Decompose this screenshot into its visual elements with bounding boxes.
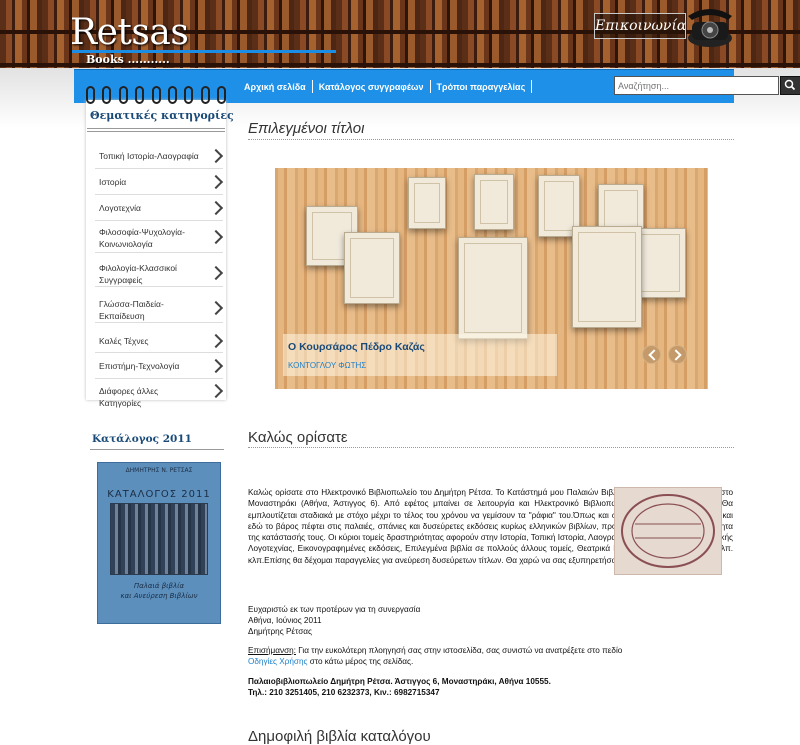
- search-input[interactable]: [614, 76, 779, 95]
- search-button[interactable]: [780, 76, 800, 95]
- categories-title: Θεματικές κατηγορίες: [90, 109, 234, 122]
- featured-book-author[interactable]: ΚΟΝΤΟΓΛΟΥ ΦΩΤΗΣ: [288, 361, 366, 370]
- logo[interactable]: Retsas: [70, 12, 189, 53]
- catalog-photo: [110, 503, 208, 575]
- sidebar-item-other[interactable]: Διάφορες άλλες Κατηγορίες: [95, 380, 224, 408]
- chevron-right-icon: [208, 148, 224, 164]
- carousel-prev-button[interactable]: [642, 345, 661, 364]
- sidebar-item-fine-arts[interactable]: Καλές Τέχνες: [95, 328, 224, 353]
- chevron-right-icon: [208, 300, 224, 316]
- nav-home[interactable]: Αρχική σελίδα: [238, 82, 312, 92]
- divider: [248, 139, 734, 141]
- nav-ordering[interactable]: Τρόποι παραγγελίας: [431, 82, 532, 92]
- catalog-title: Κατάλογος 2011: [92, 433, 192, 445]
- book-cover[interactable]: [408, 177, 446, 229]
- sidebar-item-language[interactable]: Γλώσσα-Παιδεία- Εκπαίδευση: [95, 294, 224, 323]
- logo-subtitle: Books ...........: [86, 53, 170, 66]
- divider: [87, 128, 225, 129]
- book-cover[interactable]: [344, 232, 400, 304]
- book-cover[interactable]: [474, 174, 514, 230]
- chevron-right-icon: [670, 349, 682, 361]
- chevron-right-icon: [208, 383, 224, 399]
- featured-title: Επιλεγμένοι τίτλοι: [248, 120, 365, 137]
- book-cover-selected[interactable]: [458, 237, 528, 339]
- shop-stamp-image: [614, 487, 722, 575]
- divider: [248, 447, 734, 449]
- chevron-right-icon: [208, 200, 224, 216]
- chevron-right-icon: [208, 174, 224, 190]
- note-paragraph: Επισήμανση: Για την ευκολότερη πλοηγησή …: [248, 646, 623, 666]
- chevron-right-icon: [208, 358, 224, 374]
- welcome-title: Καλώς ορίσατε: [248, 429, 348, 446]
- book-cover[interactable]: [572, 226, 642, 328]
- contact-button[interactable]: Επικοινωνία: [594, 13, 686, 39]
- chevron-right-icon: [208, 265, 224, 281]
- chevron-right-icon: [208, 229, 224, 245]
- note-label: Επισήμανση:: [248, 646, 296, 655]
- sidebar-item-science[interactable]: Επιστήμη-Τεχνολογία: [95, 354, 224, 379]
- signature: Δημήτρης Ρέτσας: [248, 627, 312, 636]
- chevron-right-icon: [208, 333, 224, 349]
- shop-phones: Τηλ.: 210 3251405, 210 6232373, Κιν.: 69…: [248, 688, 440, 697]
- chevron-left-icon: [648, 349, 660, 361]
- sidebar-item-history[interactable]: Ιστορία: [95, 170, 224, 195]
- thanks-text: Ευχαριστώ εκ των προτέρων για τη συνεργα…: [248, 605, 421, 614]
- featured-book-title[interactable]: Ο Κουρσάρος Πέδρο Καζάς: [288, 341, 425, 353]
- nav-separator: [531, 80, 533, 93]
- telephone-icon[interactable]: [684, 4, 736, 48]
- shop-address: Παλαιοβιβλιοπωλείο Δημήτρη Ρέτσα. Άστιγγ…: [248, 677, 551, 686]
- carousel-next-button[interactable]: [668, 345, 687, 364]
- search-icon: [784, 79, 796, 91]
- sidebar-item-philology[interactable]: Φιλολογία-Κλασσικοί Συγγραφείς: [95, 256, 224, 287]
- sidebar-item-literature[interactable]: Λογοτεχνία: [95, 196, 224, 221]
- instructions-link[interactable]: Οδηγίες Χρήσης: [248, 657, 308, 666]
- notepad-rings: [86, 86, 226, 106]
- divider: [87, 131, 225, 132]
- sidebar-item-philosophy[interactable]: Φιλοσοφία-Ψυχολογία- Κοινωνιολογία: [95, 222, 224, 253]
- sidebar-item-local-history[interactable]: Τοπική Ιστορία-Λαογραφία: [95, 144, 224, 169]
- place-date: Αθήνα, Ιούνιος 2011: [248, 616, 322, 625]
- catalog-cover-image[interactable]: ΔΗΜΗΤΡΗΣ Ν. ΡΕΤΣΑΣ ΚΑΤΑΛΟΓΟΣ 2011 Παλαιά…: [97, 462, 221, 624]
- divider: [90, 449, 224, 450]
- nav-authors[interactable]: Κατάλογος συγγραφέων: [313, 82, 430, 92]
